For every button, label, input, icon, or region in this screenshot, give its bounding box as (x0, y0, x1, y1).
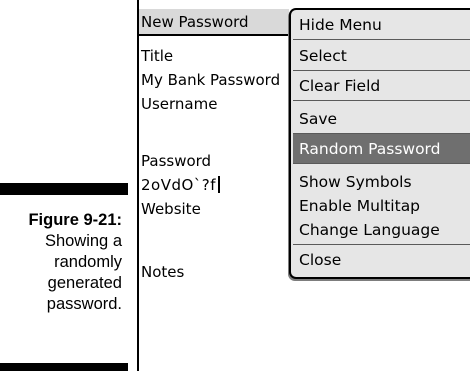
caption-line: randomly (54, 253, 122, 271)
context-menu: Hide Menu Select Clear Field Save Random… (289, 8, 470, 279)
menu-item-close[interactable]: Close (293, 245, 470, 275)
username-label: Username (141, 95, 218, 113)
menu-item-change-language[interactable]: Change Language (293, 215, 470, 245)
caption-line: password. (46, 295, 122, 313)
menu-item-select[interactable]: Select (293, 41, 470, 71)
title-label: Title (141, 47, 174, 65)
notes-label: Notes (141, 263, 185, 281)
menu-item-save[interactable]: Save (293, 104, 470, 134)
screen-title: New Password (139, 9, 289, 36)
menu-item-random-password[interactable]: Random Password (293, 134, 470, 164)
website-label: Website (141, 200, 201, 218)
password-value: 2oVdO`?f (141, 176, 217, 194)
password-label: Password (141, 152, 212, 170)
menu-item-hide-menu[interactable]: Hide Menu (293, 10, 470, 40)
caption-top-rule (0, 183, 128, 195)
text-cursor (218, 176, 221, 193)
caption-line: Showing a (44, 232, 122, 250)
figure-label: Figure 9-21: (28, 211, 122, 229)
menu-item-clear-field[interactable]: Clear Field (293, 71, 470, 101)
caption-bottom-rule (0, 363, 128, 371)
device-screen: New Password Title My Bank Password User… (137, 0, 470, 371)
title-field[interactable]: My Bank Password (141, 69, 289, 91)
caption-line: generated (47, 274, 122, 292)
figure-caption: Figure 9-21: Showing a randomly generate… (0, 210, 122, 315)
password-field[interactable]: 2oVdO`?f (141, 174, 221, 196)
